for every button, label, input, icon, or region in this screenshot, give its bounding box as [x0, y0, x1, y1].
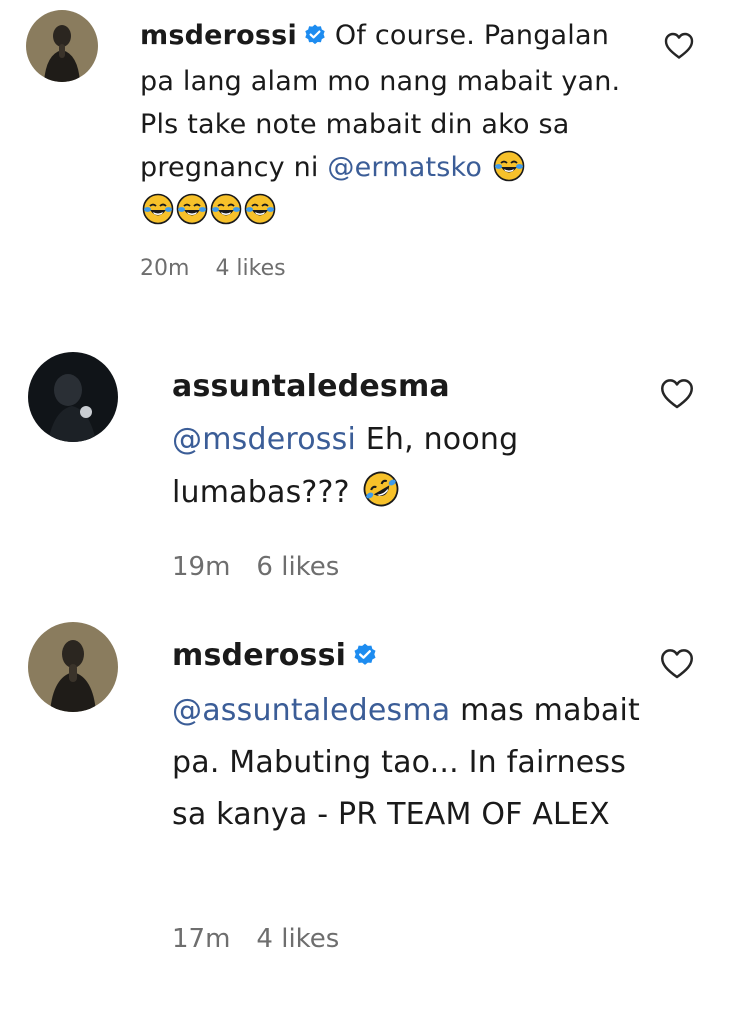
avatar[interactable]: [26, 10, 98, 82]
comment-time: 19m: [172, 552, 231, 582]
comment-username[interactable]: msderossi: [172, 638, 346, 673]
face-with-tears-of-joy-icon: [210, 193, 242, 225]
comment-username[interactable]: assuntaledesma: [172, 369, 450, 404]
mention-link[interactable]: @ermatsko: [327, 152, 482, 183]
comment: assuntaledesma @msderossi Eh, noong lumab…: [0, 340, 750, 590]
rolling-on-the-floor-laughing-icon: [362, 470, 400, 508]
comment-likes[interactable]: 4 likes: [256, 924, 339, 954]
comment-body: assuntaledesma @msderossi Eh, noong lumab…: [172, 360, 642, 519]
avatar[interactable]: [28, 352, 118, 442]
face-with-tears-of-joy-icon: [142, 193, 174, 225]
comment-body: msderossi Of course. Pangalan pa lang ala…: [140, 14, 630, 232]
heart-outline-icon[interactable]: [660, 378, 694, 410]
comment-time: 17m: [172, 924, 231, 954]
comment-text: msderossi @assuntaledesma mas mabait pa. …: [172, 630, 652, 841]
comment: msderossi @assuntaledesma mas mabait pa. …: [0, 610, 750, 970]
comment-meta: 19m 6 likes: [172, 552, 339, 582]
verified-badge-icon: [352, 633, 378, 685]
mention-link[interactable]: @assuntaledesma: [172, 693, 450, 728]
comment-time: 20m: [140, 256, 190, 281]
heart-outline-icon[interactable]: [660, 648, 694, 680]
face-with-tears-of-joy-icon: [493, 150, 525, 182]
comment-likes[interactable]: 4 likes: [215, 256, 285, 281]
comment-username[interactable]: msderossi: [140, 20, 297, 51]
comment-body: msderossi @assuntaledesma mas mabait pa. …: [172, 630, 652, 841]
mention-link[interactable]: @msderossi: [172, 422, 356, 457]
comment: msderossi Of course. Pangalan pa lang ala…: [0, 0, 750, 300]
face-with-tears-of-joy-icon: [244, 193, 276, 225]
comment-meta: 17m 4 likes: [172, 924, 339, 954]
face-with-tears-of-joy-icon: [176, 193, 208, 225]
comment-text: msderossi Of course. Pangalan pa lang ala…: [140, 14, 630, 232]
comment-meta: 20m 4 likes: [140, 256, 286, 281]
comment-text: assuntaledesma @msderossi Eh, noong lumab…: [172, 360, 642, 519]
comment-likes[interactable]: 6 likes: [256, 552, 339, 582]
verified-badge-icon: [303, 17, 327, 60]
avatar[interactable]: [28, 622, 118, 712]
heart-outline-icon[interactable]: [664, 32, 694, 60]
